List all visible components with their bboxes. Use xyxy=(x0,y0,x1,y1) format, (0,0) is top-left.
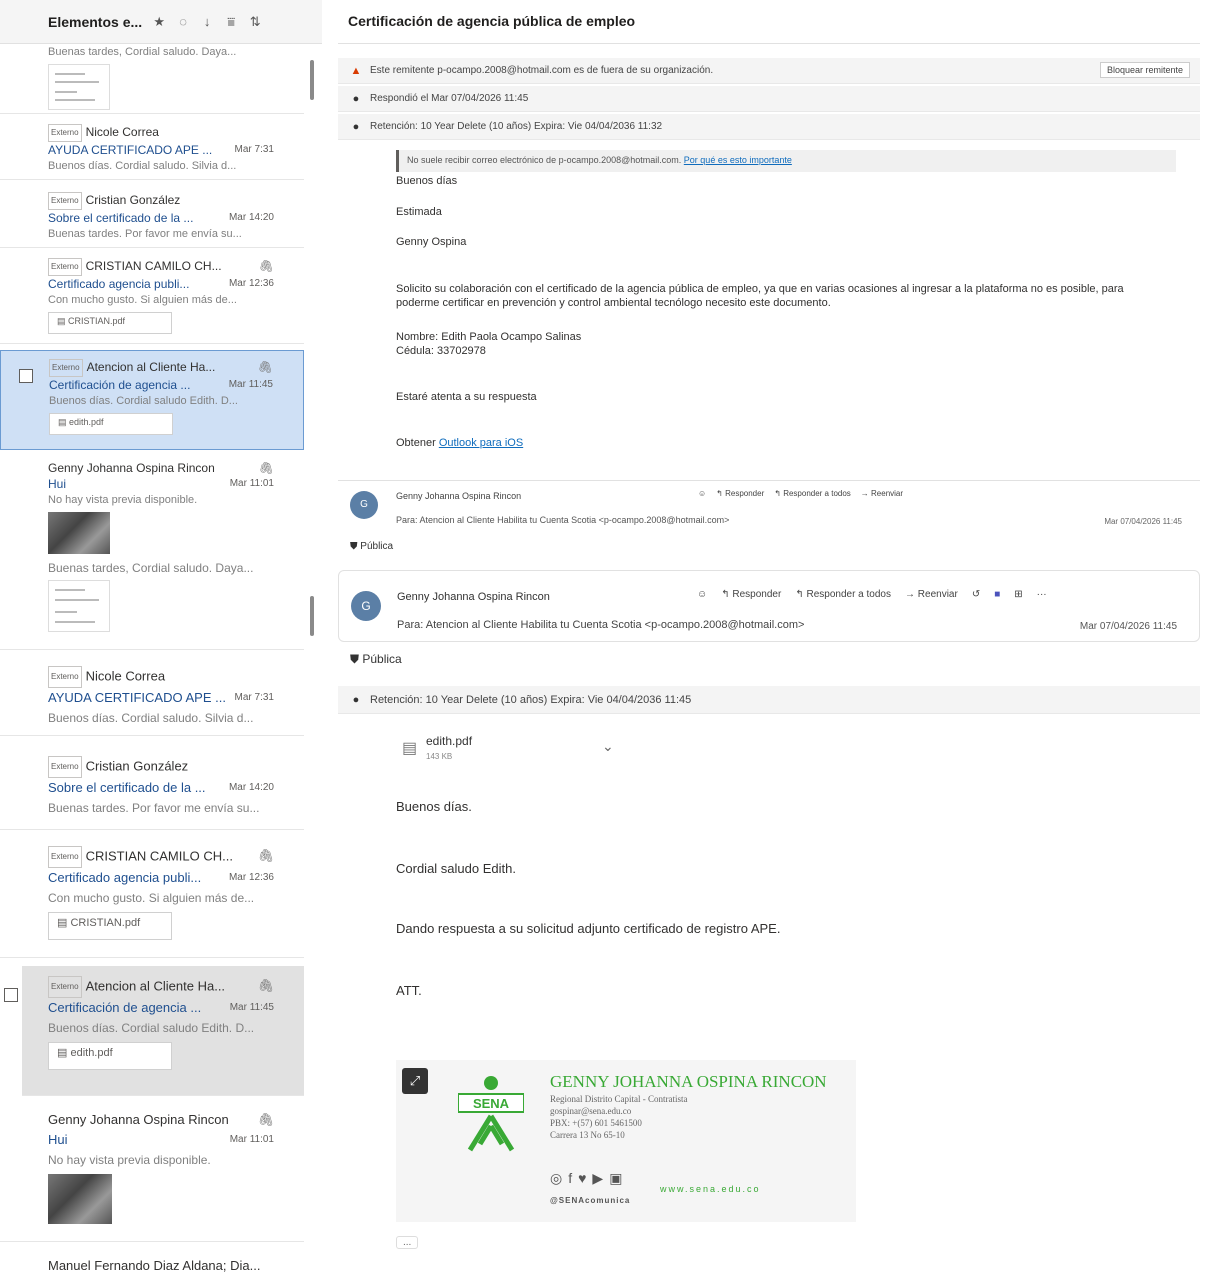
list-scrollbar[interactable] xyxy=(310,596,314,636)
reply-greeting: Buenos días. xyxy=(396,799,472,814)
reply-header: G Genny Johanna Ospina Rincon Para: Aten… xyxy=(338,570,1200,642)
why-important-link[interactable]: Por qué es esto importante xyxy=(684,155,792,165)
msg-name: Genny Ospina xyxy=(396,236,467,248)
youtube-icon[interactable]: ▶ xyxy=(592,1170,603,1187)
message-list: Elementos e... ★ ◌ ↓ ⩸ ⇅ Buenas tardes, … xyxy=(0,0,322,1281)
forward-button[interactable]: → Reenviar xyxy=(905,589,958,600)
preview-thumbnail xyxy=(48,580,110,632)
image-thumbnail xyxy=(48,1174,112,1224)
show-more-button[interactable]: ... xyxy=(396,1236,419,1249)
info-icon: ● xyxy=(352,693,360,706)
select-checkbox[interactable] xyxy=(4,988,18,1002)
sort-order-icon[interactable]: ⇅ xyxy=(248,14,262,30)
filter-icon[interactable]: ⩸ xyxy=(224,14,238,30)
reply-att: ATT. xyxy=(396,983,422,998)
file-icon: ▤ xyxy=(402,740,418,757)
list-item-selected[interactable]: Externo Atencion al Cliente Ha... 🖇 Certif… xyxy=(4,966,304,1096)
msg-body: Solicito su colaboración con el certific… xyxy=(396,283,1124,309)
twitter-icon[interactable]: ♥ xyxy=(578,1170,586,1187)
msg-greeting: Buenos días xyxy=(396,175,458,187)
emoji-icon[interactable]: ☺ xyxy=(698,489,706,498)
shield-icon: ⛊ xyxy=(350,652,360,666)
reading-pane: Certificación de agencia pública de empl… xyxy=(338,0,1200,1281)
reply-button[interactable]: ↰ Responder xyxy=(721,589,781,600)
reply-all-button[interactable]: ↰ Responder a todos xyxy=(795,589,891,600)
paperclip-icon: 🖇 xyxy=(258,461,274,475)
message-actions: ☺ ↰ Responder ↰ Responder a todos → Reen… xyxy=(697,589,1047,600)
signature-block: ⤢ SENA GENNY JOHANNA OSPINA RINCON Regio… xyxy=(396,1060,856,1222)
external-note: No suele recibir correo electrónico de p… xyxy=(396,150,1176,172)
list-item[interactable]: Buenas tardes, Cordial saludo. Daya... xyxy=(0,44,304,114)
msg-closing: Estaré atenta a su respuesta xyxy=(396,391,537,403)
svg-text:SENA: SENA xyxy=(473,1096,510,1111)
avatar: G xyxy=(351,591,381,621)
sort-icon[interactable]: ↓ xyxy=(200,14,214,29)
warning-icon: ▲ xyxy=(350,64,362,77)
folder-title: Elementos e... xyxy=(48,13,143,30)
select-icon[interactable]: ◌ xyxy=(176,14,190,29)
image-thumbnail xyxy=(48,512,110,554)
email-subject: Certificación de agencia pública de empl… xyxy=(338,0,1200,44)
expand-icon[interactable]: ⤢ xyxy=(402,1068,428,1094)
list-item[interactable]: Externo CRISTIAN CAMILO CH... 🖇 Certificad… xyxy=(0,838,304,958)
retention-bar: ● Retención: 10 Year Delete (10 años) Ex… xyxy=(338,114,1200,140)
msg-obtener: Obtener Outlook para iOS xyxy=(396,437,524,449)
replied-bar: ● Respondió el Mar 07/04/2026 11:45 xyxy=(338,86,1200,112)
list-item[interactable]: Externo Nicole Correa AYUDA CERTIFICADO A… xyxy=(0,120,304,180)
forward-button[interactable]: → Reenviar xyxy=(861,489,903,498)
reply-button[interactable]: ↰ Responder xyxy=(716,489,764,498)
sena-logo: SENA xyxy=(458,1076,524,1152)
attachment-card[interactable]: ▤ edith.pdf 143 KB ⌄ xyxy=(396,726,626,772)
chevron-down-icon[interactable]: ⌄ xyxy=(602,738,614,755)
list-item-selected[interactable]: Externo Atencion al Cliente Ha... 🖇 Certif… xyxy=(0,350,304,450)
paperclip-icon: 🖇 xyxy=(258,259,274,273)
retention-bar: ● Retención: 10 Year Delete (10 años) Ex… xyxy=(338,686,1200,714)
msg-nombre: Nombre: Edith Paola Ocampo Salinas xyxy=(396,331,582,343)
facebook-icon[interactable]: f xyxy=(568,1170,572,1187)
attachment-chip[interactable]: ▤ CRISTIAN.pdf xyxy=(48,912,172,940)
linkedin-icon[interactable]: ▣ xyxy=(609,1170,622,1187)
more-options-icon[interactable]: ··· xyxy=(1037,589,1047,600)
reply-body: Dando respuesta a su solicitud adjunto c… xyxy=(396,921,781,936)
instagram-icon[interactable]: ◎ xyxy=(550,1170,562,1187)
info-icon: ● xyxy=(352,120,360,133)
list-item[interactable]: Externo Cristian González Sobre el certif… xyxy=(0,186,304,248)
outlook-ios-link[interactable]: Outlook para iOS xyxy=(439,437,523,449)
apps-icon[interactable]: ■ xyxy=(994,589,1000,600)
paperclip-icon: 🖇 xyxy=(257,848,274,863)
msg-cedula: Cédula: 33702978 xyxy=(396,345,486,357)
table-icon[interactable]: ⊞ xyxy=(1014,589,1022,600)
emoji-icon[interactable]: ☺ xyxy=(697,589,707,600)
select-checkbox[interactable] xyxy=(19,369,33,383)
reply-all-button[interactable]: ↰ Responder a todos xyxy=(774,489,851,498)
reply-header-small: G Genny Johanna Ospina Rincon Para: Aten… xyxy=(338,480,1200,556)
paperclip-icon: 🖇 xyxy=(257,360,273,374)
external-sender-bar: ▲ Este remitente p-ocampo.2008@hotmail.c… xyxy=(338,58,1200,84)
list-item[interactable]: Genny Johanna Ospina Rincon 🖇 Hui Mar 11:0… xyxy=(0,1102,304,1242)
msg-dear: Estimada xyxy=(396,206,442,218)
list-scrollbar[interactable] xyxy=(310,60,314,100)
list-item[interactable]: Externo CRISTIAN CAMILO CH... 🖇 Certificad… xyxy=(0,254,304,344)
message-actions: ☺ ↰ Responder ↰ Responder a todos → Reen… xyxy=(698,489,903,498)
list-item[interactable]: Externo Cristian González Sobre el certif… xyxy=(0,748,304,830)
block-sender-button[interactable]: Bloquear remitente xyxy=(1099,62,1190,78)
attachment-chip[interactable]: ▤ edith.pdf xyxy=(48,1042,172,1070)
list-header: Elementos e... ★ ◌ ↓ ⩸ ⇅ xyxy=(0,0,322,44)
list-item[interactable]: Manuel Fernando Diaz Aldana; Dia... xyxy=(0,1256,304,1281)
avatar: G xyxy=(350,491,378,519)
paperclip-icon: 🖇 xyxy=(257,1112,274,1127)
list-item[interactable]: Externo Nicole Correa AYUDA CERTIFICADO A… xyxy=(0,660,304,736)
shield-icon: ⛊ xyxy=(350,541,358,552)
social-icons: ◎ f ♥ ▶ ▣ xyxy=(550,1170,622,1187)
preview-thumbnail xyxy=(48,64,110,110)
undo-icon[interactable]: ↺ xyxy=(972,589,980,600)
reply-saludo: Cordial saludo Edith. xyxy=(396,861,516,876)
attachment-chip[interactable]: ▤ edith.pdf xyxy=(49,413,173,435)
list-item[interactable]: Buenas tardes, Cordial saludo. Daya... xyxy=(0,560,304,650)
attachment-chip[interactable]: ▤ CRISTIAN.pdf xyxy=(48,312,172,334)
list-item[interactable]: Genny Johanna Ospina Rincon 🖇 Hui Mar 11:0… xyxy=(0,456,304,556)
paperclip-icon: 🖇 xyxy=(257,978,274,993)
favorite-star-icon[interactable]: ★ xyxy=(152,14,166,30)
info-icon: ● xyxy=(352,92,360,105)
